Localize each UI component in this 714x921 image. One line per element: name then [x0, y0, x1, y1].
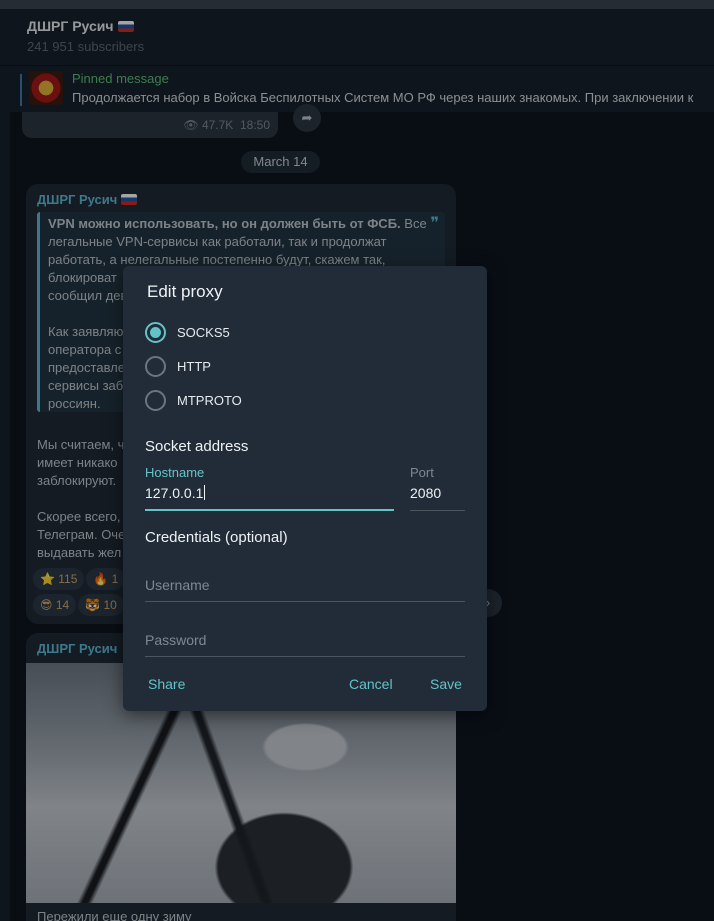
- proxy-type-mtproto[interactable]: MTPROTO: [145, 389, 465, 413]
- proxy-type-label: HTTP: [177, 359, 211, 374]
- proxy-type-http[interactable]: HTTP: [145, 355, 465, 379]
- password-input[interactable]: Password: [145, 632, 206, 648]
- credentials-heading: Credentials (optional): [145, 529, 288, 546]
- socket-address-heading: Socket address: [145, 438, 249, 455]
- dialog-title: Edit proxy: [147, 282, 223, 301]
- edit-proxy-dialog: Edit proxy SOCKS5 HTTP MTPROTO Socket ad…: [123, 266, 487, 711]
- port-underline: [410, 510, 465, 511]
- username-underline: [145, 601, 465, 602]
- username-input[interactable]: Username: [145, 577, 210, 593]
- share-button[interactable]: Share: [148, 676, 185, 692]
- save-button[interactable]: Save: [430, 676, 462, 692]
- proxy-type-label: MTPROTO: [177, 393, 242, 408]
- port-input[interactable]: 2080: [410, 485, 441, 501]
- text-caret: [204, 485, 206, 500]
- cancel-button[interactable]: Cancel: [349, 676, 393, 692]
- proxy-type-socks5[interactable]: SOCKS5: [145, 321, 465, 345]
- radio-selected-icon[interactable]: [145, 322, 166, 343]
- proxy-type-label: SOCKS5: [177, 325, 230, 340]
- port-label: Port: [410, 465, 434, 480]
- hostname-input[interactable]: 127.0.0.1: [145, 485, 206, 501]
- radio-unselected-icon[interactable]: [145, 356, 166, 377]
- password-underline: [145, 656, 465, 657]
- hostname-underline: [145, 509, 394, 511]
- hostname-label: Hostname: [145, 465, 205, 480]
- radio-unselected-icon[interactable]: [145, 390, 166, 411]
